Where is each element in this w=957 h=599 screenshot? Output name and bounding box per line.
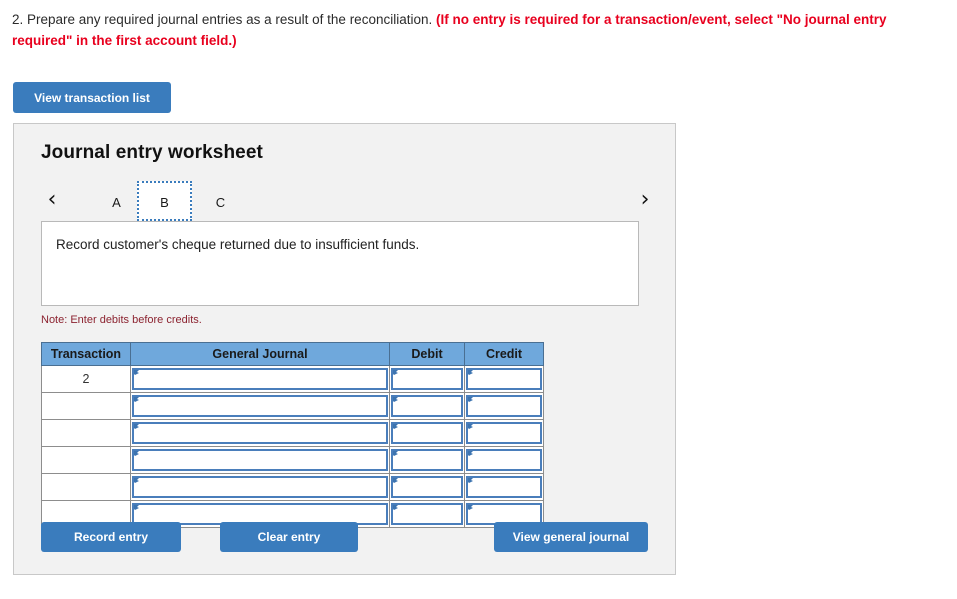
debit-cell[interactable] xyxy=(389,500,465,528)
clear-entry-button[interactable]: Clear entry xyxy=(220,522,358,552)
column-header-debit: Debit xyxy=(389,342,465,366)
table-row xyxy=(41,446,544,474)
chevron-right-icon[interactable]: › xyxy=(634,186,656,214)
column-header-transaction: Transaction xyxy=(41,342,131,366)
credit-input[interactable] xyxy=(466,422,542,444)
credit-input[interactable] xyxy=(466,395,542,417)
debit-input[interactable] xyxy=(391,449,463,471)
debit-input[interactable] xyxy=(391,368,463,390)
credit-input[interactable] xyxy=(466,449,542,471)
journal-entry-table-body: 2 xyxy=(41,365,544,528)
journal-entry-table: Transaction General Journal Debit Credit… xyxy=(41,342,544,528)
transaction-description-text: Record customer's cheque returned due to… xyxy=(56,237,420,252)
column-header-general-journal: General Journal xyxy=(130,342,390,366)
instruction-plain-text: 2. Prepare any required journal entries … xyxy=(12,12,436,27)
credit-cell[interactable] xyxy=(464,365,544,393)
journal-entry-worksheet-panel: Journal entry worksheet ‹ A B C › Record… xyxy=(13,123,676,575)
debit-cell[interactable] xyxy=(389,392,465,420)
credit-cell[interactable] xyxy=(464,392,544,420)
tab-a[interactable]: A xyxy=(89,181,144,221)
general-journal-input[interactable] xyxy=(132,476,388,498)
table-header-row: Transaction General Journal Debit Credit xyxy=(41,342,544,366)
worksheet-tabstrip: ‹ A B C › xyxy=(41,180,656,222)
credit-cell[interactable] xyxy=(464,419,544,447)
credit-input[interactable] xyxy=(466,476,542,498)
transaction-number-cell xyxy=(41,473,131,501)
transaction-number-cell: 2 xyxy=(41,365,131,393)
transaction-number-cell xyxy=(41,419,131,447)
instruction-text: 2. Prepare any required journal entries … xyxy=(12,9,932,51)
table-row xyxy=(41,473,544,501)
record-entry-button[interactable]: Record entry xyxy=(41,522,181,552)
debit-cell[interactable] xyxy=(389,473,465,501)
debit-cell[interactable] xyxy=(389,419,465,447)
credit-cell[interactable] xyxy=(464,446,544,474)
tab-c[interactable]: C xyxy=(193,181,248,221)
table-row xyxy=(41,419,544,447)
debit-cell[interactable] xyxy=(389,446,465,474)
general-journal-cell[interactable] xyxy=(130,419,390,447)
view-general-journal-button[interactable]: View general journal xyxy=(494,522,648,552)
table-row xyxy=(41,392,544,420)
debits-before-credits-note: Note: Enter debits before credits. xyxy=(41,314,202,326)
debit-cell[interactable] xyxy=(389,365,465,393)
page-title: Journal entry worksheet xyxy=(41,142,263,163)
table-row: 2 xyxy=(41,365,544,393)
column-header-credit: Credit xyxy=(464,342,544,366)
transaction-number-cell xyxy=(41,446,131,474)
transaction-number-cell xyxy=(41,392,131,420)
general-journal-cell[interactable] xyxy=(130,473,390,501)
general-journal-cell[interactable] xyxy=(130,365,390,393)
debit-input[interactable] xyxy=(391,422,463,444)
general-journal-cell[interactable] xyxy=(130,392,390,420)
debit-input[interactable] xyxy=(391,503,463,525)
debit-input[interactable] xyxy=(391,476,463,498)
transaction-description-box: Record customer's cheque returned due to… xyxy=(41,221,639,306)
view-transaction-list-button[interactable]: View transaction list xyxy=(13,82,171,113)
debit-input[interactable] xyxy=(391,395,463,417)
general-journal-cell[interactable] xyxy=(130,446,390,474)
general-journal-input[interactable] xyxy=(132,395,388,417)
general-journal-input[interactable] xyxy=(132,368,388,390)
chevron-left-icon[interactable]: ‹ xyxy=(41,186,63,214)
credit-input[interactable] xyxy=(466,368,542,390)
tab-b[interactable]: B xyxy=(137,181,192,221)
general-journal-input[interactable] xyxy=(132,422,388,444)
general-journal-input[interactable] xyxy=(132,449,388,471)
credit-cell[interactable] xyxy=(464,473,544,501)
